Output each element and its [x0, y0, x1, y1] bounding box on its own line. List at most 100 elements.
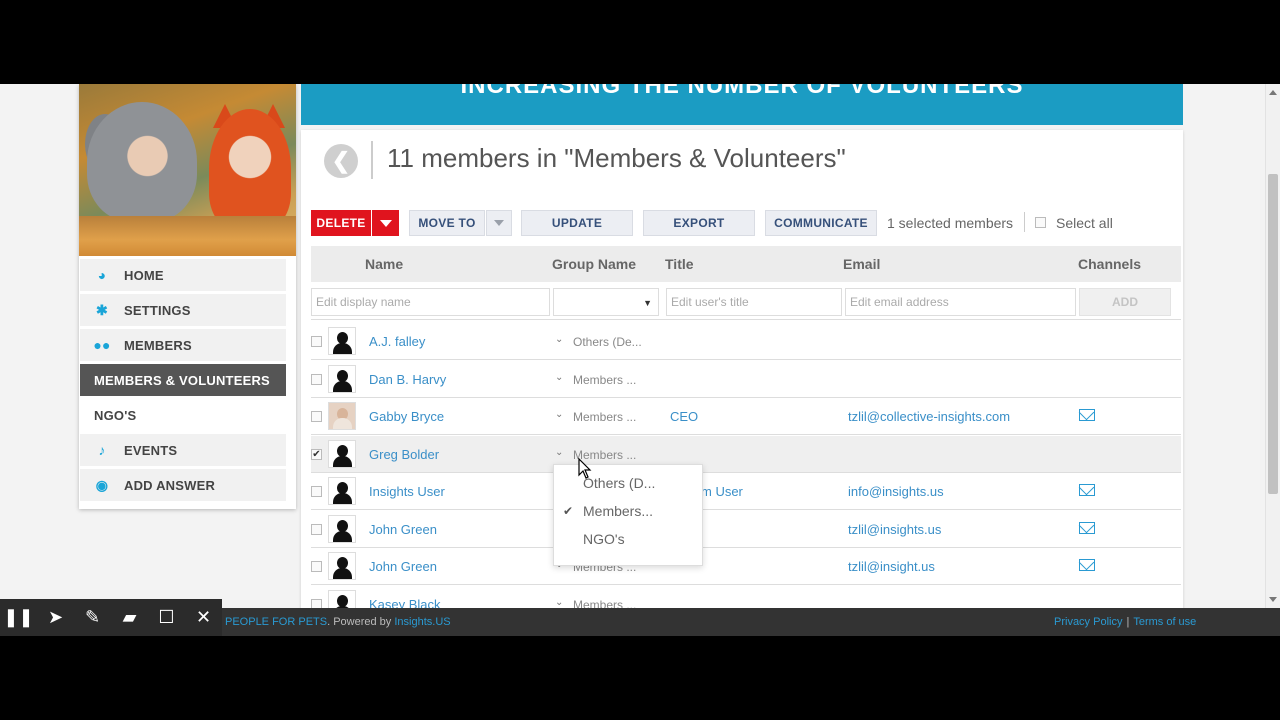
members-panel: ❮ 11 members in "Members & Volunteers" D… — [301, 130, 1183, 610]
export-button[interactable]: EXPORT — [643, 210, 755, 236]
sidebar-item-settings[interactable]: ✱ SETTINGS — [80, 294, 286, 326]
update-button[interactable]: UPDATE — [521, 210, 633, 236]
column-header-group[interactable]: Group Name — [552, 256, 636, 272]
member-email[interactable]: tzlil@collective-insights.com — [848, 409, 1010, 424]
mail-icon[interactable] — [1079, 409, 1095, 421]
mail-icon[interactable] — [1079, 484, 1095, 496]
dropdown-option-selected[interactable]: ✔ Members... — [554, 497, 702, 525]
sidebar-item-members-volunteers[interactable]: MEMBERS & VOLUNTEERS — [80, 364, 286, 396]
footer-credits: PEOPLE FOR PETS. Powered by Insights.US — [225, 616, 451, 628]
dropdown-option[interactable]: NGO's — [554, 525, 702, 553]
table-row[interactable]: Kasey Black ⌄ Members ... — [311, 586, 1181, 610]
row-checkbox[interactable] — [311, 561, 322, 572]
row-checkbox[interactable] — [311, 524, 322, 535]
row-checkbox[interactable]: ✔ — [311, 449, 322, 460]
table-row[interactable]: John Green tzlil@insights.us — [311, 511, 1181, 548]
display-name-input[interactable]: Edit display name — [311, 288, 550, 316]
table-row[interactable]: Dan B. Harvy ⌄ Members ... — [311, 361, 1181, 398]
letterbox-top — [0, 0, 1280, 84]
sidebar-item-label: ADD ANSWER — [124, 477, 216, 493]
member-title[interactable]: CEO — [670, 409, 698, 424]
sidebar-item-label: NGO'S — [94, 407, 137, 423]
member-name[interactable]: Insights User — [369, 484, 445, 499]
footer-org-link[interactable]: PEOPLE FOR PETS — [225, 616, 327, 628]
email-input[interactable]: Edit email address — [845, 288, 1076, 316]
users-icon: ●● — [93, 337, 111, 353]
terms-link[interactable]: Terms of use — [1133, 616, 1196, 628]
highlighter-icon[interactable]: ▰ — [111, 599, 148, 636]
gear-icon: ✱ — [96, 301, 108, 318]
move-to-caret-icon[interactable] — [486, 210, 512, 236]
chevron-down-icon[interactable]: ⌄ — [555, 597, 563, 608]
back-arrow-icon[interactable]: ❮ — [324, 144, 358, 178]
dropdown-option[interactable]: Others (D... — [554, 469, 702, 497]
communicate-button[interactable]: COMMUNICATE — [765, 210, 877, 236]
select-all-label[interactable]: Select all — [1056, 215, 1113, 231]
member-name[interactable]: Dan B. Harvy — [369, 372, 446, 387]
mail-icon[interactable] — [1079, 559, 1095, 571]
table-row[interactable]: John Green ⌄ Members ... tzlil@insight.u… — [311, 548, 1181, 585]
sidebar-item-members[interactable]: ●● MEMBERS — [80, 329, 286, 361]
member-name[interactable]: Greg Bolder — [369, 447, 439, 462]
table-row[interactable]: Insights User m User info@insights.us — [311, 473, 1181, 510]
chat-icon: ◉ — [95, 476, 109, 493]
delete-button[interactable]: DELETE — [311, 210, 371, 236]
avatar — [328, 365, 356, 393]
member-group[interactable]: Members ... — [573, 373, 636, 387]
sidebar-item-add-answer[interactable]: ◉ ADD ANSWER — [80, 469, 286, 501]
pointer-icon[interactable]: ➤ — [37, 599, 74, 636]
column-header-email[interactable]: Email — [843, 256, 880, 272]
member-group[interactable]: Members ... — [573, 410, 636, 424]
page-banner: INCREASING THE NUMBER OF VOLUNTEERS — [301, 84, 1183, 125]
toolbar: DELETE MOVE TO UPDATE EXPORT COMMUNICATE… — [311, 210, 1173, 236]
member-name[interactable]: John Green — [369, 559, 437, 574]
pen-icon[interactable]: ✎ — [74, 599, 111, 636]
chevron-down-icon[interactable]: ⌄ — [555, 334, 563, 345]
close-icon[interactable]: ✕ — [185, 599, 222, 636]
member-email[interactable]: tzlil@insights.us — [848, 522, 941, 537]
sidebar-item-events[interactable]: ♪ EVENTS — [80, 434, 286, 466]
rectangle-icon[interactable]: ☐ — [148, 599, 185, 636]
group-select[interactable]: ▼ — [553, 288, 659, 316]
select-all-checkbox[interactable] — [1035, 217, 1046, 228]
mail-icon[interactable] — [1079, 522, 1095, 534]
browser-viewport: ◕ HOME ✱ SETTINGS ●● MEMBERS MEMBERS & V… — [0, 84, 1280, 636]
vertical-scrollbar[interactable] — [1265, 84, 1280, 608]
chevron-down-icon[interactable]: ⌄ — [555, 447, 563, 458]
avatar — [328, 477, 356, 505]
column-header-title[interactable]: Title — [665, 256, 694, 272]
pause-icon[interactable]: ❚❚ — [0, 599, 37, 636]
move-to-button[interactable]: MOVE TO — [409, 210, 485, 236]
member-title[interactable]: m User — [701, 484, 743, 499]
scroll-thumb[interactable] — [1268, 174, 1278, 494]
chevron-down-icon[interactable]: ⌄ — [555, 372, 563, 383]
chevron-down-icon[interactable]: ⌄ — [555, 409, 563, 420]
member-email[interactable]: info@insights.us — [848, 484, 944, 499]
row-checkbox[interactable] — [311, 374, 322, 385]
annotation-toolbar: ❚❚ ➤ ✎ ▰ ☐ ✕ — [0, 599, 222, 636]
table-row[interactable]: A.J. falley ⌄ Others (De... — [311, 323, 1181, 360]
column-header-name[interactable]: Name — [365, 256, 403, 272]
sidebar-item-label: SETTINGS — [124, 302, 191, 318]
delete-dropdown-caret-icon[interactable] — [372, 210, 399, 236]
footer-powered-link[interactable]: Insights.US — [394, 616, 450, 628]
member-email[interactable]: tzlil@insight.us — [848, 559, 935, 574]
row-checkbox[interactable] — [311, 486, 322, 497]
member-name[interactable]: Gabby Bryce — [369, 409, 444, 424]
row-checkbox[interactable] — [311, 336, 322, 347]
member-name[interactable]: John Green — [369, 522, 437, 537]
table-row[interactable]: ✔ Greg Bolder ⌄ Members ... — [311, 436, 1181, 473]
table-row[interactable]: Gabby Bryce ⌄ Members ... CEO tzlil@coll… — [311, 398, 1181, 435]
member-name[interactable]: A.J. falley — [369, 334, 425, 349]
add-button[interactable]: ADD — [1079, 288, 1171, 316]
title-input[interactable]: Edit user's title — [666, 288, 842, 316]
privacy-policy-link[interactable]: Privacy Policy — [1054, 616, 1122, 628]
scroll-up-icon[interactable] — [1269, 90, 1277, 95]
selected-count: 1 selected members — [887, 215, 1014, 231]
member-group[interactable]: Others (De... — [573, 335, 642, 349]
column-header-channels[interactable]: Channels — [1078, 256, 1141, 272]
row-checkbox[interactable] — [311, 411, 322, 422]
scroll-down-icon[interactable] — [1269, 597, 1277, 602]
sidebar-item-ngos[interactable]: NGO'S — [80, 399, 286, 431]
sidebar-item-home[interactable]: ◕ HOME — [80, 259, 286, 291]
